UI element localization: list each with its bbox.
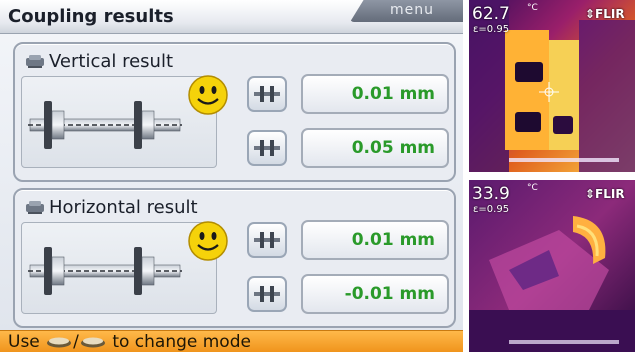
status-prefix: Use xyxy=(8,332,40,352)
down-key-icon xyxy=(80,337,105,348)
vertical-angularity-value: 0.05 mm xyxy=(301,128,449,168)
vertical-angularity-text: 0.05 mm xyxy=(351,138,435,158)
menu-label: menu xyxy=(390,2,434,18)
emissivity-label: ε=0.95 xyxy=(473,204,510,215)
temperature-readout: 62.7 xyxy=(472,4,510,24)
horizontal-offset-value: 0.01 mm xyxy=(301,220,449,260)
alignment-device-screen: Coupling results menu Vertical result 0.… xyxy=(0,0,463,352)
title-bar: Coupling results menu xyxy=(0,0,463,34)
emissivity-label: ε=0.95 xyxy=(473,24,510,35)
horizontal-angularity-value: -0.01 mm xyxy=(301,274,449,314)
temperature-unit: °C xyxy=(527,183,538,193)
coupling-mode-icon xyxy=(254,86,280,102)
horizontal-angularity-text: -0.01 mm xyxy=(344,284,435,304)
horizontal-result-header: Horizontal result xyxy=(25,195,198,219)
alignment-sensor-icon xyxy=(26,55,44,68)
vertical-angularity-mode-button[interactable] xyxy=(247,130,287,166)
coupling-mode-icon xyxy=(254,140,280,156)
status-suffix: to change mode xyxy=(112,332,251,352)
temperature-unit: °C xyxy=(527,3,538,13)
temperature-readout: 33.9 xyxy=(472,184,510,204)
thermal-image-bottom: 33.9 °C ε=0.95 ⇕FLIR xyxy=(469,180,635,352)
brand-logo: ⇕FLIR xyxy=(585,7,625,21)
vertical-result-header: Vertical result xyxy=(25,49,173,73)
alignment-sensor-icon xyxy=(26,201,44,214)
brand-logo: ⇕FLIR xyxy=(585,187,625,201)
horizontal-result-panel: Horizontal result 0.01 mm -0.01 mm xyxy=(13,188,456,328)
vertical-result-panel: Vertical result 0.01 mm 0.05 mm xyxy=(13,42,456,182)
menu-button[interactable]: menu xyxy=(350,0,463,22)
vertical-result-title: Vertical result xyxy=(49,50,174,72)
thermal-image-top: 62.7 °C ε=0.95 ⇕FLIR xyxy=(469,0,635,172)
up-key-icon xyxy=(47,337,72,348)
horizontal-result-title: Horizontal result xyxy=(49,196,198,218)
vertical-offset-text: 0.01 mm xyxy=(351,84,435,104)
smiley-face-icon xyxy=(188,75,228,115)
coupling-mode-icon xyxy=(254,232,280,248)
vertical-offset-value: 0.01 mm xyxy=(301,74,449,114)
horizontal-offset-mode-button[interactable] xyxy=(247,222,287,258)
status-hint: Use / to change mode xyxy=(8,332,251,352)
coupling-mode-icon xyxy=(254,286,280,302)
status-bar: Use / to change mode xyxy=(0,330,463,352)
horizontal-angularity-mode-button[interactable] xyxy=(247,276,287,312)
vertical-offset-mode-button[interactable] xyxy=(247,76,287,112)
page-title: Coupling results xyxy=(8,6,174,27)
horizontal-offset-text: 0.01 mm xyxy=(351,230,435,250)
smiley-face-icon xyxy=(188,221,228,261)
